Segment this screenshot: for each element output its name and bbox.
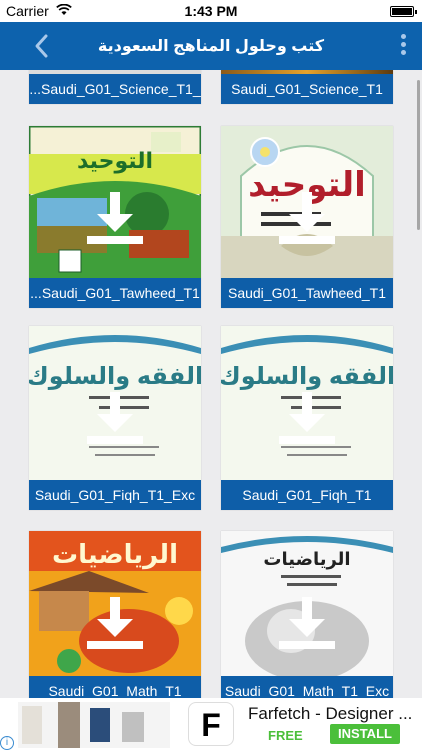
book-title: ...Saudi_G01_Science_T1_	[29, 74, 201, 104]
book-cover: التوحيد	[29, 126, 201, 278]
book-title: Saudi_G01_Math_T1	[29, 676, 201, 698]
app-logo: F	[188, 702, 234, 746]
book-cover: التوحيد	[221, 126, 393, 278]
cover-title-group: التوحيد	[77, 148, 153, 174]
more-vertical-icon[interactable]	[398, 32, 408, 60]
ad-product-images[interactable]	[18, 702, 170, 748]
book-grid[interactable]: ...Saudi_G01_Science_T1_ Saudi_G01_Scien…	[0, 70, 422, 698]
chevron-left-icon[interactable]	[32, 32, 52, 60]
ad-banner[interactable]: i F Farfetch - Designer ... FREE INSTALL	[0, 698, 422, 750]
book-card[interactable]: ...Saudi_G01_Science_T1_	[29, 70, 201, 104]
book-title: Saudi_G01_Fiqh_T1	[221, 480, 393, 510]
navigation-bar: كتب وحلول المناهج السعودية	[0, 22, 422, 70]
book-title: Saudi_G01_Science_T1	[221, 74, 393, 104]
book-cover: الرياضيات	[221, 531, 393, 685]
ad-app-name: Farfetch - Designer ...	[248, 704, 413, 723]
book-card[interactable]: الفقه والسلوك Saudi_G01_Fiqh_T1_Exc	[29, 326, 201, 510]
svg-text:الرياضيات: الرياضيات	[52, 539, 178, 570]
book-card[interactable]: الفقه والسلوك Saudi_G01_Fiqh_T1	[221, 326, 393, 510]
book-title: Saudi_G01_Tawheed_T1	[221, 278, 393, 308]
book-cover: الفقه والسلوك	[221, 326, 393, 480]
ad-price: FREE	[268, 728, 303, 743]
svg-text:الفقه والسلوك: الفقه والسلوك	[221, 363, 393, 390]
info-icon[interactable]: i	[0, 736, 14, 750]
book-card[interactable]: Saudi_G01_Science_T1	[221, 70, 393, 104]
battery-icon	[390, 6, 417, 17]
book-title: ...Saudi_G01_Tawheed_T1	[29, 278, 201, 308]
status-bar: Carrier 1:43 PM	[0, 0, 422, 22]
book-card[interactable]: التوحيد Saudi_G01_Tawheed_T1	[221, 126, 393, 308]
book-card[interactable]: الرياضيات Saudi_G01_Math_T1	[29, 531, 201, 698]
book-cover: الفقه والسلوك	[29, 326, 201, 480]
svg-text:الفقه والسلوك: الفقه والسلوك	[29, 363, 201, 390]
book-cover: الرياضيات	[29, 531, 201, 685]
book-card[interactable]: التوحيد ...Saudi_G01_Tawheed_T1	[29, 126, 201, 308]
book-card[interactable]: الرياضيات Saudi_G01_Math_T1_Exc	[221, 531, 393, 698]
install-button[interactable]: INSTALL	[330, 724, 400, 744]
page-title: كتب وحلول المناهج السعودية	[97, 38, 325, 55]
svg-text:التوحيد: التوحيد	[77, 148, 153, 174]
book-title: Saudi_G01_Fiqh_T1_Exc	[29, 480, 201, 510]
scrollbar[interactable]	[417, 80, 420, 230]
svg-text:الرياضيات: الرياضيات	[263, 549, 350, 570]
clock: 1:43 PM	[184, 3, 238, 19]
book-title: Saudi_G01_Math_T1_Exc	[221, 676, 393, 698]
